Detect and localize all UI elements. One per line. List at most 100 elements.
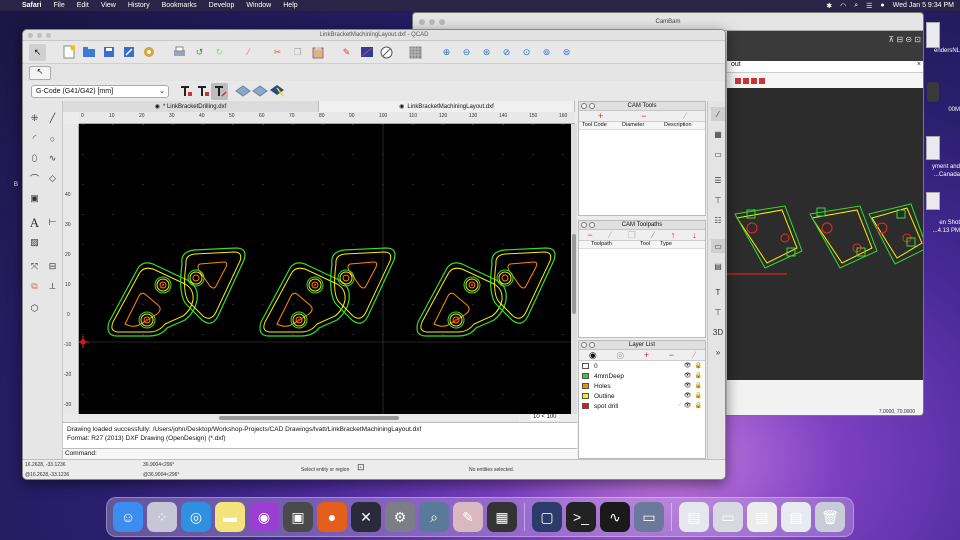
tab-machining-layout[interactable]: ◉ LinkBracketMachiningLayout.dxf xyxy=(319,101,575,112)
layer-row[interactable]: 0 👁 🔒 xyxy=(579,361,705,371)
cam-export-icon[interactable] xyxy=(177,83,194,100)
terminal-icon[interactable]: >_ xyxy=(566,502,596,532)
layer-row[interactable]: Holes 👁 🔒 xyxy=(579,381,705,391)
dimension-tool-icon[interactable]: ⊢ xyxy=(45,215,60,230)
save-as-icon[interactable] xyxy=(120,44,137,61)
tab-drilling[interactable]: ◉ * LinkBracketDrilling.dxf xyxy=(63,101,319,112)
close-icon[interactable] xyxy=(581,342,587,348)
circle-tool-icon[interactable]: ○ xyxy=(45,131,60,146)
float-icon[interactable] xyxy=(589,103,595,109)
lock-icon[interactable]: 🔒 xyxy=(695,392,702,399)
cam-pocket-icon[interactable] xyxy=(251,83,268,100)
grid-icon[interactable] xyxy=(407,44,424,61)
remove-icon[interactable]: − xyxy=(641,111,646,121)
disk-utility-icon[interactable]: ⌕ xyxy=(419,502,449,532)
siri-icon[interactable]: ● xyxy=(880,2,884,9)
preview-icon[interactable]: ▭ xyxy=(634,502,664,532)
tool-icon[interactable] xyxy=(735,77,741,84)
close-icon[interactable] xyxy=(581,103,587,109)
visibility-icon[interactable]: 👁 xyxy=(684,372,692,379)
block-tool-icon[interactable]: ⧉ xyxy=(27,279,42,294)
show-all-layers-icon[interactable]: ◉ xyxy=(589,350,597,361)
zoom-auto-icon[interactable]: ⊛ xyxy=(478,44,495,61)
zoom-icon[interactable] xyxy=(439,19,445,25)
line-tool-icon[interactable]: ╱ xyxy=(45,111,60,126)
zoom-icon[interactable] xyxy=(46,33,51,38)
text-box-icon[interactable]: T xyxy=(711,285,725,299)
layer-row[interactable]: Outline 👁 🔒 xyxy=(579,391,705,401)
cam-drill-icon[interactable] xyxy=(268,83,285,100)
vertical-scrollbar[interactable] xyxy=(571,124,577,414)
menu-app[interactable]: Safari xyxy=(16,2,47,9)
wifi-icon[interactable]: ◠ xyxy=(840,2,846,10)
safari-icon[interactable]: ◎ xyxy=(181,502,211,532)
activity-monitor-icon[interactable]: ∿ xyxy=(600,502,630,532)
float-icon[interactable] xyxy=(589,342,595,348)
pen-icon[interactable]: ⁄ xyxy=(680,402,681,409)
search-icon[interactable]: ⌕ xyxy=(854,2,858,10)
window-icon[interactable]: ▭ xyxy=(711,239,725,253)
cam-export-selection-icon[interactable] xyxy=(194,83,211,100)
trim-tool-icon[interactable]: ⊟ xyxy=(45,259,60,274)
add-icon[interactable]: + xyxy=(598,111,603,121)
modify-tool-icon[interactable]: ⤧ xyxy=(27,259,42,274)
desktop-drive-icon[interactable] xyxy=(927,82,939,102)
menu-bookmarks[interactable]: Bookmarks xyxy=(156,2,203,9)
minimize-icon[interactable] xyxy=(37,33,42,38)
tool-icon[interactable] xyxy=(743,77,749,84)
text-tool-icon[interactable]: A xyxy=(27,215,42,230)
menu-edit[interactable]: Edit xyxy=(71,2,95,9)
image-tool-icon[interactable]: ▨ xyxy=(27,235,42,250)
desktop-file-icon[interactable] xyxy=(926,136,940,160)
menu-file[interactable]: File xyxy=(47,2,70,9)
linetype-icon[interactable] xyxy=(378,44,395,61)
filter-icon[interactable]: ⊤ xyxy=(711,193,725,207)
close-icon[interactable] xyxy=(28,33,33,38)
command-line[interactable]: Command: xyxy=(63,448,577,459)
add-layer-icon[interactable]: + xyxy=(644,350,649,360)
move-down-icon[interactable]: ↓ xyxy=(692,230,697,240)
lock-icon[interactable]: 🔒 xyxy=(695,372,702,379)
qcad-icon[interactable]: ▢ xyxy=(532,502,562,532)
menu-history[interactable]: History xyxy=(122,2,156,9)
xquartz-icon[interactable]: ✕ xyxy=(351,502,381,532)
arc-tool-icon[interactable]: ◜ xyxy=(27,131,42,146)
spline-tool-icon[interactable]: ∿ xyxy=(45,151,60,166)
remove-layer-icon[interactable]: − xyxy=(669,350,674,360)
podcasts-icon[interactable]: ◉ xyxy=(249,502,279,532)
pan-zoom-icon[interactable]: ⊜ xyxy=(558,44,575,61)
visibility-icon[interactable]: 👁 xyxy=(684,362,692,369)
menu-view[interactable]: View xyxy=(95,2,122,9)
drawing-canvas[interactable] xyxy=(79,124,575,414)
new-file-icon[interactable] xyxy=(60,44,77,61)
snap-end-icon[interactable]: ▭ xyxy=(711,147,725,161)
tab-close-icon[interactable]: ◉ xyxy=(155,103,160,110)
pencil-app-icon[interactable]: ✎ xyxy=(453,502,483,532)
finder-icon[interactable]: ☺ xyxy=(113,502,143,532)
menu-develop[interactable]: Develop xyxy=(203,2,241,9)
hide-all-layers-icon[interactable]: ◎ xyxy=(616,350,624,361)
system-preferences-icon[interactable]: ⚙ xyxy=(385,502,415,532)
pen-icon[interactable]: ⁄ xyxy=(653,230,655,240)
list-icon[interactable]: ☷ xyxy=(711,213,725,227)
save-icon[interactable] xyxy=(100,44,117,61)
shape-tool-icon[interactable]: ◇ xyxy=(45,171,60,186)
redo-icon[interactable]: ↻ xyxy=(211,44,228,61)
gcode-format-select[interactable]: G-Code (G41/G42) [mm] ⌄ xyxy=(31,84,169,98)
3d-box-tool-icon[interactable]: ⬡ xyxy=(27,301,42,316)
expand-icon[interactable]: » xyxy=(711,345,725,359)
float-icon[interactable] xyxy=(589,222,595,228)
visibility-icon[interactable]: 👁 xyxy=(684,402,692,409)
screenshot-icon[interactable]: ▣ xyxy=(283,502,313,532)
pen-icon[interactable]: ✎ xyxy=(338,44,355,61)
window-thumbnail-icon[interactable]: ▭ xyxy=(713,502,743,532)
copy-icon[interactable]: ❐ xyxy=(628,230,636,241)
close-icon[interactable] xyxy=(419,19,425,25)
qcad-titlebar[interactable]: LinkBracketMachiningLayout.dxf - QCAD xyxy=(23,30,725,41)
tool-icon[interactable] xyxy=(759,77,765,84)
ellipse-tool-icon[interactable]: ⬯ xyxy=(27,151,42,166)
properties-icon[interactable]: ☰ xyxy=(711,173,725,187)
lock-icon[interactable]: 🔒 xyxy=(695,362,702,369)
zoom-in-icon[interactable]: ⊕ xyxy=(438,44,455,61)
hatch-tool-icon[interactable]: ▣ xyxy=(27,191,42,206)
